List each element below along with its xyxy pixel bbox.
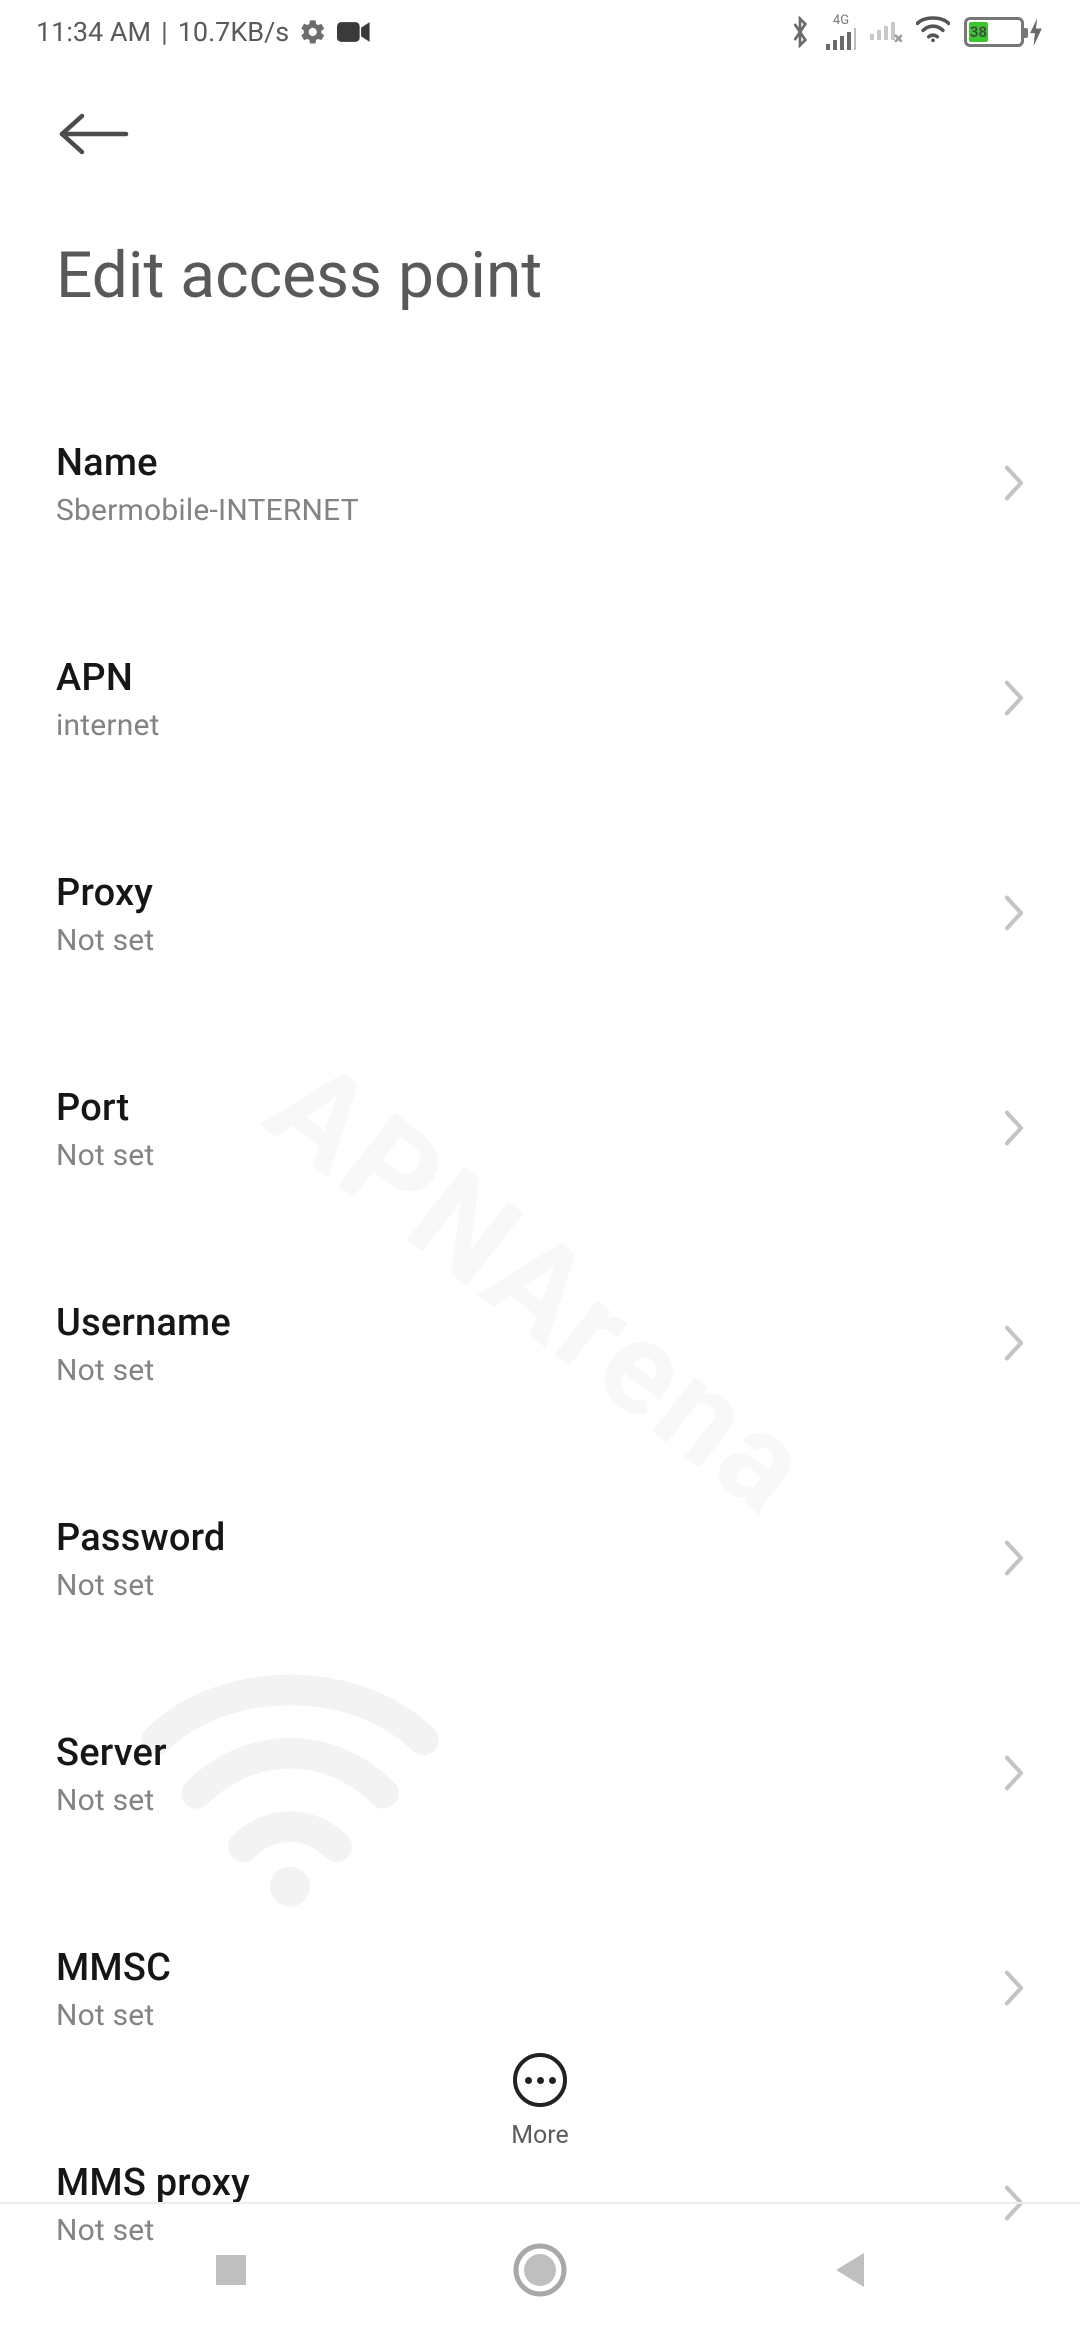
row-apn[interactable]: APN internet xyxy=(0,620,1080,779)
nav-back-button[interactable] xyxy=(830,2249,868,2295)
charging-icon xyxy=(1028,18,1044,46)
status-time: 11:34 AM xyxy=(36,16,151,48)
battery-icon: 38 xyxy=(964,17,1044,47)
row-label: Password xyxy=(56,1516,226,1560)
row-value: Not set xyxy=(56,1783,167,1818)
row-value: Not set xyxy=(56,923,154,958)
chevron-right-icon xyxy=(1000,1108,1028,1152)
row-label: APN xyxy=(56,656,160,700)
row-server[interactable]: Server Not set xyxy=(0,1695,1080,1854)
chevron-right-icon xyxy=(1000,1323,1028,1367)
settings-list: Name Sbermobile-INTERNET APN internet Pr… xyxy=(0,333,1080,2284)
row-label: Proxy xyxy=(56,871,154,915)
row-mmsc[interactable]: MMSC Not set xyxy=(0,1910,1080,2069)
gear-icon xyxy=(299,18,327,46)
row-label: MMS proxy xyxy=(56,2161,250,2205)
row-value: Not set xyxy=(56,1138,154,1173)
row-label: Port xyxy=(56,1086,154,1130)
row-username[interactable]: Username Not set xyxy=(0,1265,1080,1424)
more-button[interactable]: More xyxy=(0,2053,1080,2150)
row-value: Not set xyxy=(56,1353,231,1388)
camera-icon xyxy=(337,20,371,44)
chevron-right-icon xyxy=(1000,463,1028,507)
row-proxy[interactable]: Proxy Not set xyxy=(0,835,1080,994)
status-right: 4G 38 xyxy=(788,14,1044,50)
chevron-right-icon xyxy=(1000,1968,1028,2012)
more-label: More xyxy=(511,2121,569,2150)
chevron-right-icon xyxy=(1000,893,1028,937)
row-label: Name xyxy=(56,441,359,485)
row-name[interactable]: Name Sbermobile-INTERNET xyxy=(0,405,1080,564)
signal-nosvc-icon xyxy=(870,16,902,49)
signal-4g: 4G xyxy=(826,14,856,50)
nav-home-button[interactable] xyxy=(513,2243,567,2301)
row-label: Server xyxy=(56,1731,167,1775)
row-label: Username xyxy=(56,1301,231,1345)
row-value: Not set xyxy=(56,1998,171,2033)
page-title: Edit access point xyxy=(0,156,1080,333)
row-value: Not set xyxy=(56,1568,226,1603)
row-label: MMSC xyxy=(56,1946,171,1990)
row-port[interactable]: Port Not set xyxy=(0,1050,1080,1209)
row-value: internet xyxy=(56,708,160,743)
nav-recents-button[interactable] xyxy=(212,2251,250,2293)
more-icon xyxy=(513,2053,567,2107)
bluetooth-icon xyxy=(788,16,812,48)
back-button[interactable] xyxy=(0,64,1080,156)
chevron-right-icon xyxy=(1000,1538,1028,1582)
wifi-icon xyxy=(916,16,950,49)
status-bar: 11:34 AM | 10.7KB/s 4G 38 xyxy=(0,0,1080,64)
status-left: 11:34 AM | 10.7KB/s xyxy=(36,16,371,48)
row-value: Sbermobile-INTERNET xyxy=(56,493,359,528)
status-separator: | xyxy=(161,16,168,48)
status-speed: 10.7KB/s xyxy=(178,16,289,48)
row-password[interactable]: Password Not set xyxy=(0,1480,1080,1639)
navigation-bar xyxy=(0,2202,1080,2340)
chevron-right-icon xyxy=(1000,678,1028,722)
chevron-right-icon xyxy=(1000,1753,1028,1797)
